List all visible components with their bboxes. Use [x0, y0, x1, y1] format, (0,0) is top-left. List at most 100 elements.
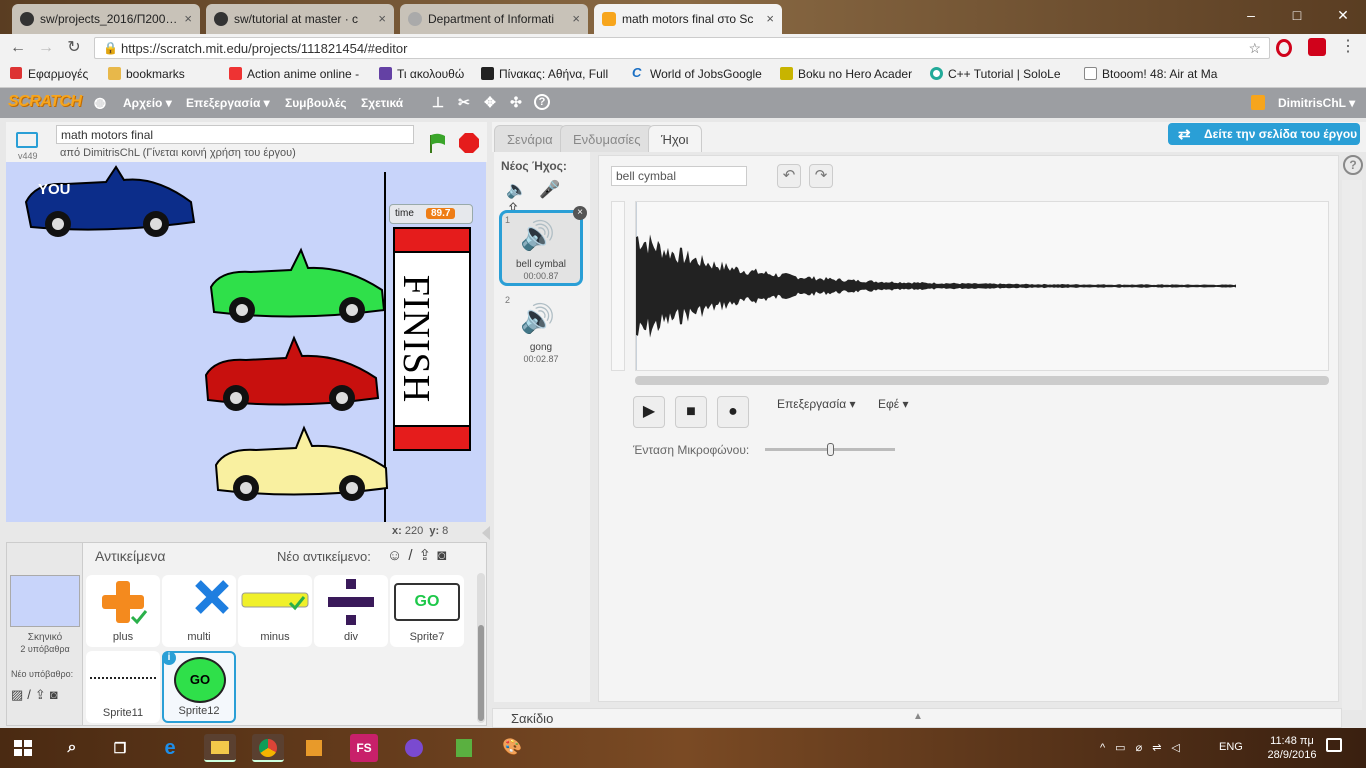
delete-sound-icon[interactable]: × [573, 206, 587, 220]
undo-icon[interactable]: ↶ [777, 164, 801, 188]
cat-app-icon[interactable] [400, 734, 428, 762]
browser-tab-2[interactable]: sw/tutorial at master · c × [206, 4, 394, 34]
mic-volume-knob[interactable] [826, 443, 834, 456]
sound-name-input[interactable]: bell cymbal [611, 166, 747, 186]
forward-icon[interactable]: → [36, 38, 56, 58]
reload-icon[interactable]: ↻ [64, 38, 84, 58]
sound-library-icon[interactable]: 🔈 [506, 180, 539, 199]
file-explorer-icon[interactable] [204, 734, 236, 762]
language-indicator[interactable]: ENG [1219, 741, 1243, 753]
menu-file[interactable]: Αρχείο ▾ [123, 96, 172, 110]
record-sound-button[interactable]: ● [717, 396, 749, 428]
star-icon[interactable]: ☆ [1248, 40, 1261, 57]
close-tab-icon[interactable]: × [766, 11, 774, 26]
waveform-display[interactable] [635, 201, 1329, 371]
upload-backdrop-icon[interactable]: ⇪ [35, 687, 50, 702]
bookmark-sololearn[interactable]: C++ Tutorial | SoloLe [930, 67, 1070, 81]
stop-icon[interactable] [458, 132, 480, 154]
browser-tab-3[interactable]: Department of Informati × [400, 4, 588, 34]
close-window-icon[interactable]: ✕ [1320, 0, 1366, 34]
browser-tab-1[interactable]: sw/projects_2016/Π200… × [12, 4, 200, 34]
camera-backdrop-icon[interactable]: ◙ [50, 687, 62, 702]
sprite-multi[interactable]: multi [162, 575, 236, 647]
language-globe-icon[interactable]: ◍ [92, 94, 108, 110]
sprite-minus[interactable]: minus [238, 575, 312, 647]
bookmark-jobs[interactable]: C World of JobsGoogle [632, 67, 766, 81]
media-player-icon[interactable] [300, 734, 328, 762]
sprites-scroll-thumb[interactable] [478, 625, 484, 721]
sound-item-gong[interactable]: 2 🔊 gong 00:02.87 [499, 292, 583, 368]
backpack-bar[interactable]: Σακίδιο ▲ [492, 708, 1342, 728]
sprite-library-icon[interactable]: ☺ [387, 547, 408, 564]
info-icon[interactable]: i [162, 651, 176, 665]
delete-scissors-icon[interactable]: ✂ [456, 94, 472, 110]
antivirus-icon[interactable]: ⌀ [1136, 742, 1153, 754]
chrome-icon[interactable] [252, 734, 284, 762]
edit-sound-menu[interactable]: Επεξεργασία ▾ [777, 397, 856, 411]
fs-app-icon[interactable]: FS [350, 734, 378, 762]
tab-scripts[interactable]: Σενάρια [494, 125, 566, 152]
edge-icon[interactable]: e [156, 734, 184, 762]
paint-palette-icon[interactable]: 🎨 [498, 734, 526, 762]
collapse-stage-icon[interactable] [482, 526, 490, 540]
mic-volume-slider[interactable] [765, 443, 895, 456]
close-tab-icon[interactable]: × [184, 11, 192, 26]
maximize-icon[interactable]: □ [1274, 0, 1320, 34]
expand-backpack-icon[interactable]: ▲ [913, 711, 923, 722]
browser-menu-icon[interactable]: ⋮ [1340, 36, 1356, 56]
play-sound-button[interactable]: ▶ [633, 396, 665, 428]
menu-edit[interactable]: Επεξεργασία ▾ [186, 96, 270, 110]
fullscreen-icon[interactable] [16, 132, 38, 148]
stop-sound-button[interactable]: ■ [675, 396, 707, 428]
effects-menu[interactable]: Εφέ ▾ [878, 397, 909, 411]
minimize-icon[interactable]: – [1228, 0, 1274, 34]
url-field[interactable]: 🔒 https://scratch.mit.edu/projects/11182… [94, 37, 1270, 59]
clock[interactable]: 11:48 πμ 28/9/2016 [1262, 734, 1322, 762]
sprite-sprite12-selected[interactable]: i GO Sprite12 [162, 651, 236, 723]
sprites-scrollbar[interactable] [477, 573, 485, 723]
bookmark-twitch[interactable]: Τι ακολουθώ [379, 67, 471, 81]
bookmark-btooom[interactable]: Btooom! 48: Air at Ma [1084, 67, 1218, 81]
tray-expand-icon[interactable]: ^ [1100, 742, 1115, 754]
tab-costumes[interactable]: Ενδυμασίες [560, 125, 654, 152]
green-flag-icon[interactable] [426, 132, 448, 154]
see-project-page-button[interactable]: ⇄ Δείτε την σελίδα του έργου [1168, 123, 1360, 145]
sound-item-bell-cymbal[interactable]: 1 × 🔊 bell cymbal 00:00.87 [499, 206, 587, 286]
bookmark-anime[interactable]: Action anime online - [229, 67, 369, 81]
sprite-sprite7[interactable]: GO Sprite7 [390, 575, 464, 647]
bookmark-boku[interactable]: Boku no Hero Acader [780, 67, 918, 81]
battery-icon[interactable]: ▭ [1115, 742, 1135, 754]
stage[interactable]: YOU FINISH time 89.7 [6, 162, 486, 522]
brush-icon[interactable]: / [27, 687, 35, 702]
sync-icon[interactable]: ⇌ [1152, 742, 1171, 754]
project-title-input[interactable]: math motors final [56, 125, 414, 144]
close-tab-icon[interactable]: × [378, 11, 386, 26]
user-menu[interactable]: DimitrisChL ▾ [1278, 96, 1355, 110]
sprite-plus[interactable]: plus [86, 575, 160, 647]
bookmark-pinakas[interactable]: Πίνακας: Αθήνα, Full [481, 67, 615, 81]
menu-tips[interactable]: Συμβουλές [285, 96, 347, 110]
notifications-icon[interactable] [1326, 738, 1342, 752]
back-icon[interactable]: ← [8, 38, 28, 58]
sprite-div[interactable]: div [314, 575, 388, 647]
chart-app-icon[interactable] [450, 734, 478, 762]
windows-start-icon[interactable] [14, 740, 32, 756]
waveform-scrollbar[interactable] [635, 376, 1329, 385]
upload-sprite-icon[interactable]: ⇪ [419, 547, 438, 564]
bookmark-folder[interactable]: bookmarks [108, 67, 194, 81]
backdrop-thumbnail[interactable] [10, 575, 80, 627]
opera-icon[interactable] [1276, 39, 1292, 57]
camera-sprite-icon[interactable]: ◙ [437, 547, 452, 564]
menu-about[interactable]: Σχετικά [361, 96, 403, 110]
close-tab-icon[interactable]: × [572, 11, 580, 26]
search-icon[interactable]: ⌕ [58, 734, 86, 762]
extension-icon[interactable] [1308, 38, 1326, 56]
record-mic-icon[interactable]: 🎤 [539, 180, 572, 199]
shrink-icon[interactable]: ✣ [508, 94, 524, 110]
help-tips-icon[interactable]: ? [1343, 155, 1363, 175]
duplicate-stamp-icon[interactable]: ⊥ [430, 94, 446, 110]
paint-backdrop-icon[interactable]: ▨ [11, 687, 27, 702]
sprite-sprite11[interactable]: Sprite11 [86, 651, 160, 723]
redo-icon[interactable]: ↷ [809, 164, 833, 188]
grow-icon[interactable]: ✥ [482, 94, 498, 110]
